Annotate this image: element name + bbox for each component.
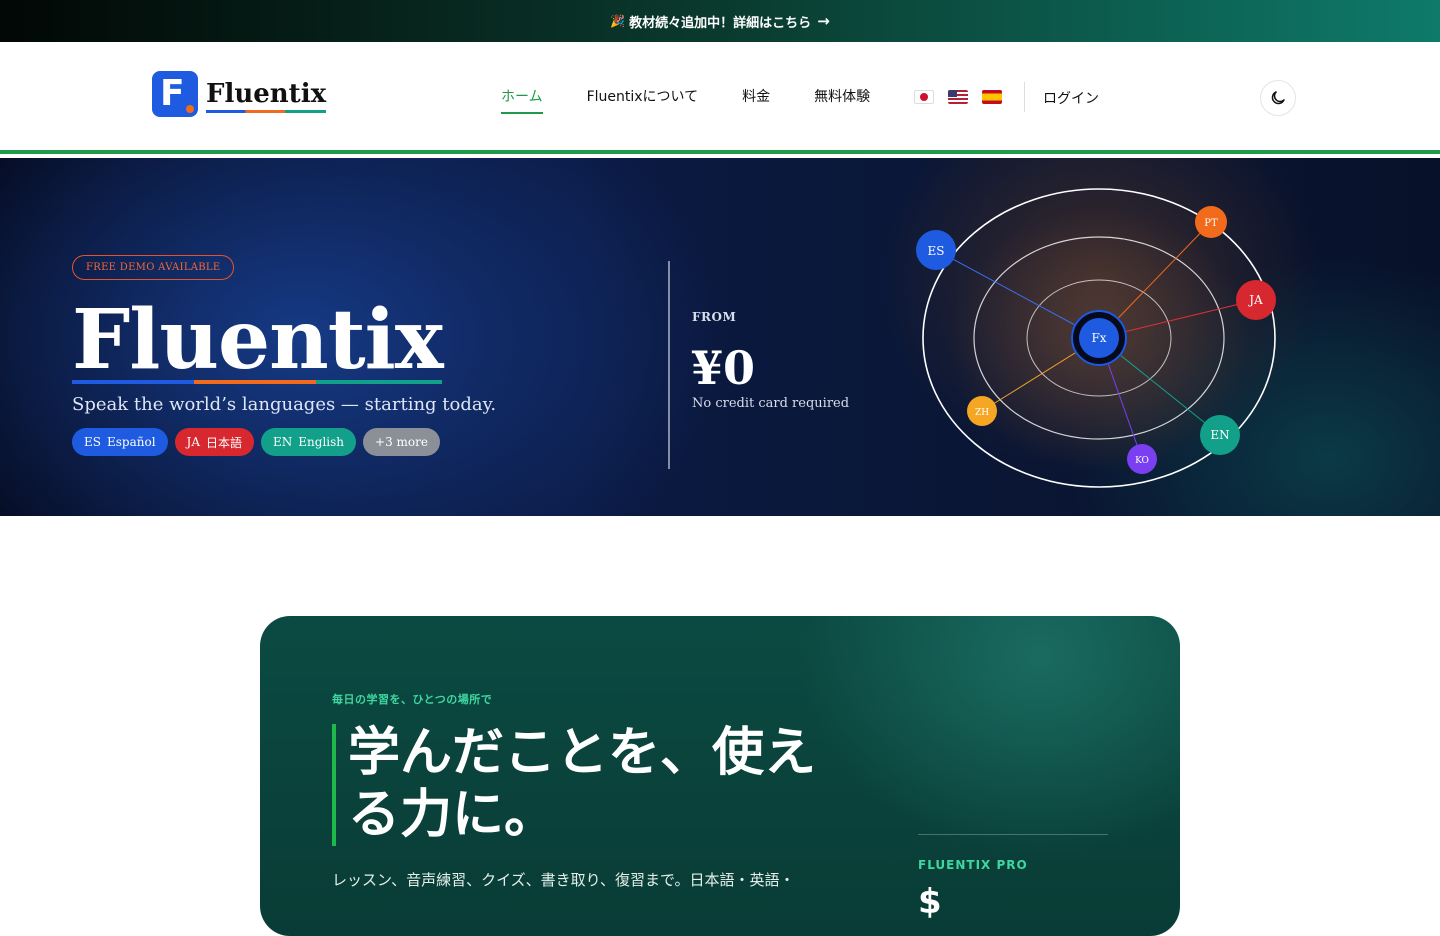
pro-card: 毎日の学習を、ひとつの場所で 学んだことを、使える力に。 レッスン、音声練習、ク…	[260, 616, 1180, 936]
orbit-node-zh: ZH	[967, 396, 997, 426]
orbit-center-node: Fx	[1071, 310, 1127, 366]
language-switcher	[914, 90, 1002, 104]
language-chips: ES Español JA 日本語 EN English +3 more	[72, 428, 440, 456]
orbit-node-en: EN	[1200, 415, 1240, 455]
pro-card-eyebrow: 毎日の学習を、ひとつの場所で	[332, 693, 493, 706]
hero-price: ¥0	[691, 341, 756, 395]
party-popper-icon: 🎉	[610, 14, 626, 28]
spain-flag-icon[interactable]	[982, 90, 1002, 104]
chip-more[interactable]: +3 more	[363, 428, 440, 456]
svg-text:ZH: ZH	[975, 408, 989, 418]
pro-card-description: レッスン、音声練習、クイズ、書き取り、復習まで。日本語・英語・	[332, 871, 795, 889]
orbit-node-es: ES	[916, 230, 956, 270]
arrow-right-icon: →	[817, 12, 830, 30]
hero-title-underline	[72, 380, 442, 384]
pro-card-title: 学んだことを、使える力に。	[348, 723, 817, 845]
nav-item-home[interactable]: ホーム	[501, 86, 543, 114]
price-from-label: FROM	[692, 310, 737, 324]
language-orbit-graphic: Fx ES PT JA ZH EN KO	[916, 188, 1276, 488]
free-demo-badge: FREE DEMO AVAILABLE	[72, 255, 235, 280]
moon-icon	[1271, 91, 1285, 105]
svg-text:EN: EN	[1210, 428, 1229, 442]
site-header: F Fluentix ホーム Fluentixについて 料金 無料体験 ログイン	[0, 42, 1440, 154]
announcement-bar[interactable]: 🎉 教材続々追加中！詳細はこちら →	[0, 0, 1440, 42]
svg-text:PT: PT	[1204, 218, 1218, 229]
us-flag-icon[interactable]	[948, 90, 968, 104]
chip-japanese[interactable]: JA 日本語	[174, 428, 255, 456]
login-link[interactable]: ログイン	[1043, 88, 1099, 108]
logo[interactable]: F Fluentix	[152, 71, 327, 117]
japan-flag-icon[interactable]	[914, 90, 934, 104]
chip-spanish[interactable]: ES Español	[72, 428, 168, 456]
hero-divider	[668, 261, 670, 469]
orbit-node-ko: KO	[1127, 444, 1157, 474]
nav-divider	[1024, 82, 1025, 112]
orbit-node-ja: JA	[1236, 280, 1276, 320]
svg-text:Fx: Fx	[1091, 331, 1106, 345]
hero-section: FREE DEMO AVAILABLE Fluentix Speak the w…	[0, 158, 1440, 516]
logo-wordmark: Fluentix	[206, 79, 327, 113]
pro-plan-price: $	[918, 882, 942, 922]
nav-item-free-trial[interactable]: 無料体験	[814, 86, 870, 114]
logo-mark-icon: F	[152, 71, 198, 117]
svg-text:JA: JA	[1247, 293, 1263, 307]
svg-text:ES: ES	[928, 244, 945, 258]
theme-toggle-button[interactable]	[1260, 80, 1296, 116]
nav-item-pricing[interactable]: 料金	[742, 86, 770, 114]
pro-card-divider	[918, 834, 1108, 835]
pro-plan-label: FLUENTIX PRO	[918, 858, 1028, 872]
nav-item-about[interactable]: Fluentixについて	[587, 86, 699, 114]
svg-text:KO: KO	[1135, 456, 1149, 466]
price-note: No credit card required	[692, 396, 850, 411]
announcement-text: 教材続々追加中！詳細はこちら	[629, 15, 812, 31]
main-nav: ホーム Fluentixについて 料金 無料体験	[501, 86, 914, 114]
orbit-node-pt: PT	[1195, 206, 1227, 238]
hero-subtitle: Speak the world’s languages — starting t…	[72, 394, 497, 415]
pro-card-accent-bar	[332, 724, 336, 846]
chip-english[interactable]: EN English	[261, 428, 357, 456]
hero-title: Fluentix	[72, 292, 444, 388]
